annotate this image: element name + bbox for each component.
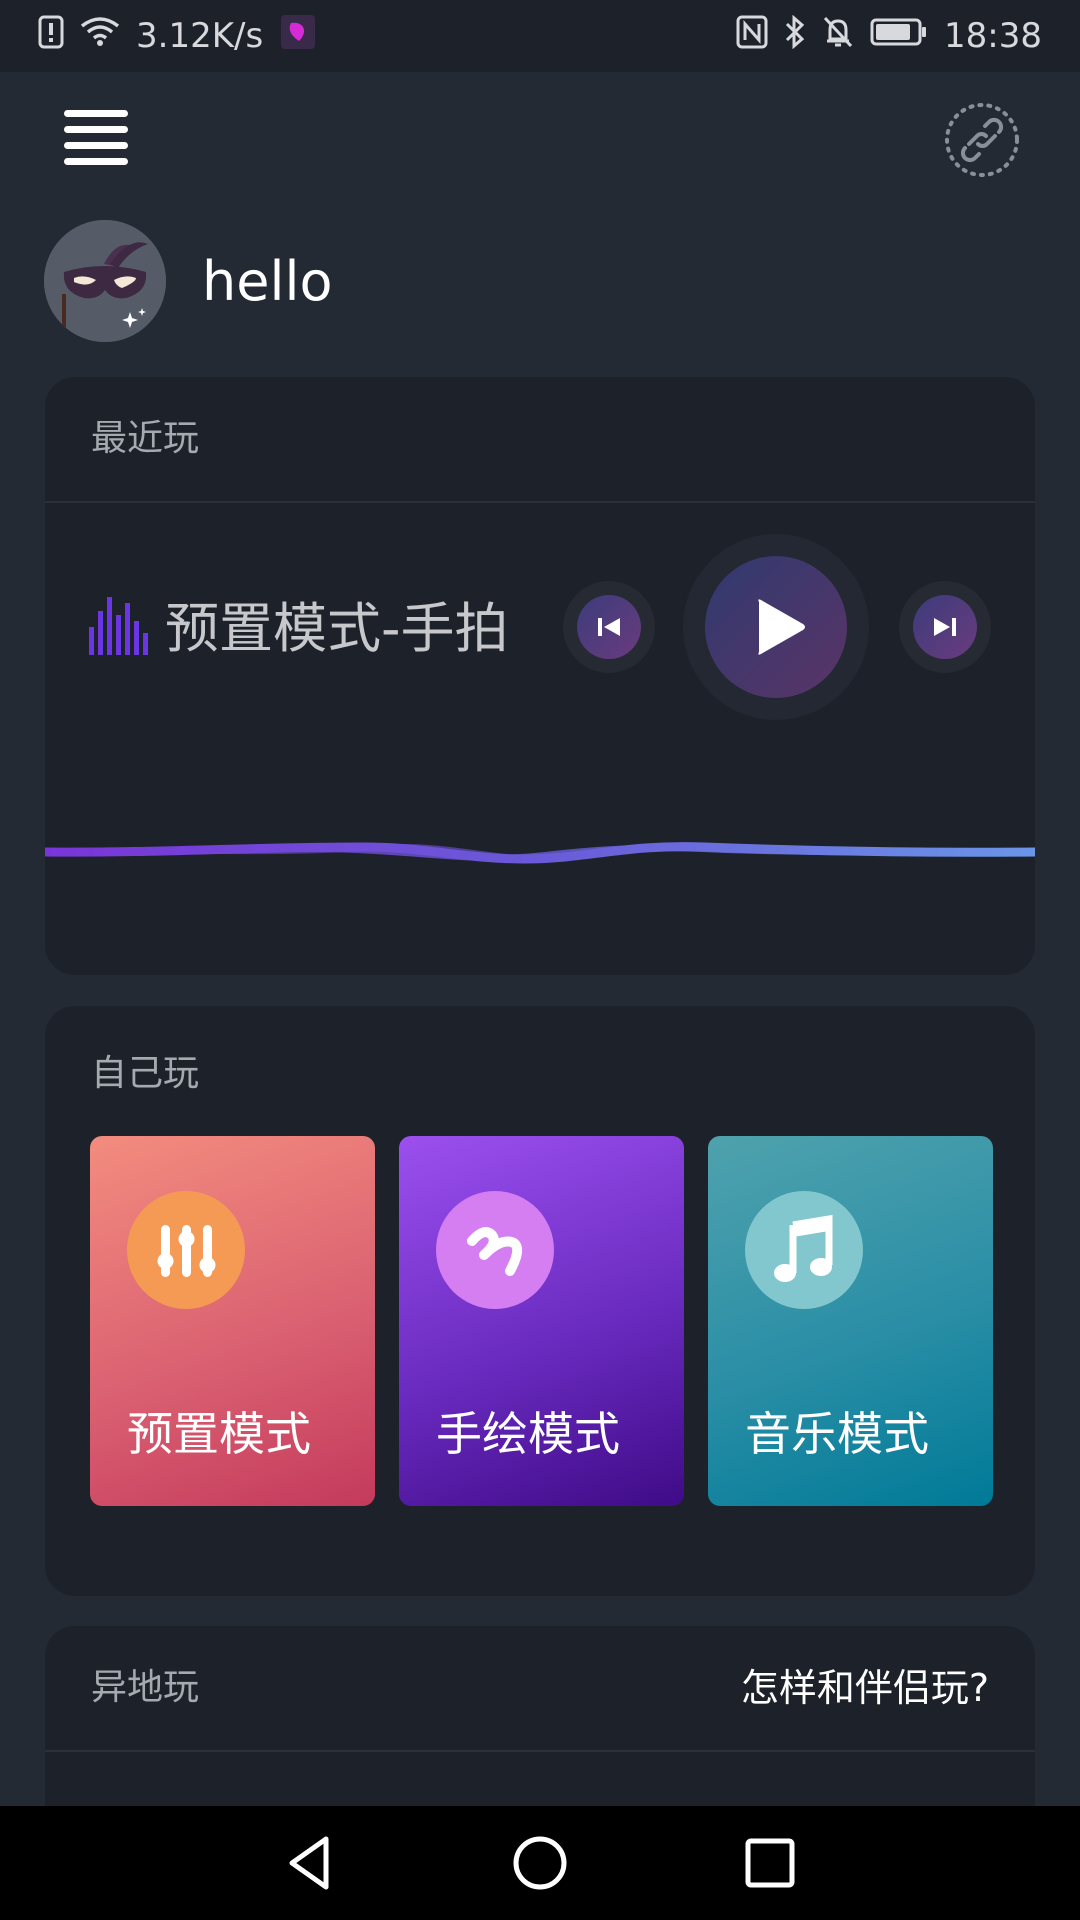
now-playing-mode: 预置模式-手拍 <box>165 597 509 660</box>
home-icon <box>513 1836 567 1890</box>
solo-play-card: 自己玩 预置模式 手绘模式 音乐模式 <box>45 1006 1035 1596</box>
back-button[interactable] <box>280 1833 340 1893</box>
masquerade-mask-avatar <box>44 220 166 342</box>
link-button[interactable] <box>942 100 1022 180</box>
remote-play-title: 异地玩 <box>91 1667 200 1708</box>
play-button[interactable] <box>683 534 869 720</box>
draw-mode-label: 手绘模式 <box>436 1407 620 1461</box>
alert-icon <box>38 15 64 58</box>
screen: 3.12K/s 18:38 hello 最近玩 预置模式-手拍 自己玩 预置模式… <box>0 0 1080 1920</box>
app-notification-icon <box>281 14 316 58</box>
recents-icon <box>745 1838 795 1888</box>
recent-play-title: 最近玩 <box>91 418 200 459</box>
recents-button[interactable] <box>740 1833 800 1893</box>
music-note-icon <box>774 1214 833 1282</box>
home-button[interactable] <box>510 1833 570 1893</box>
music-mode-tile[interactable]: 音乐模式 <box>708 1136 993 1506</box>
next-button[interactable] <box>899 581 991 673</box>
bluetooth-icon <box>784 14 806 58</box>
mute-icon <box>822 15 854 58</box>
back-icon <box>289 1836 329 1890</box>
clock: 18:38 <box>944 16 1042 56</box>
menu-button[interactable] <box>64 110 130 168</box>
network-speed: 3.12K/s <box>136 16 264 56</box>
preset-mode-tile[interactable]: 预置模式 <box>90 1136 375 1506</box>
recent-play-card: 最近玩 预置模式-手拍 <box>45 377 1035 975</box>
squiggle-icon <box>467 1227 523 1276</box>
music-mode-label: 音乐模式 <box>745 1407 929 1461</box>
equalizer-bars-icon <box>89 593 151 655</box>
navigation-bar <box>0 1806 1080 1920</box>
link-icon <box>945 103 1019 177</box>
nfc-icon <box>736 15 768 58</box>
user-name: hello <box>202 250 333 313</box>
sliders-icon <box>157 1225 216 1277</box>
partner-help-link[interactable]: 怎样和伴侣玩? <box>741 1666 989 1710</box>
divider <box>45 1750 1035 1752</box>
solo-play-title: 自己玩 <box>91 1053 200 1094</box>
next-icon <box>934 618 956 636</box>
preset-mode-label: 预置模式 <box>127 1407 311 1461</box>
draw-mode-tile[interactable]: 手绘模式 <box>399 1136 684 1506</box>
divider <box>45 501 1035 503</box>
previous-button[interactable] <box>563 581 655 673</box>
menu-icon <box>64 110 128 117</box>
status-bar: 3.12K/s 18:38 <box>0 0 1080 72</box>
play-icon <box>758 599 805 655</box>
wifi-icon <box>80 16 120 57</box>
previous-icon <box>598 618 620 636</box>
waveform <box>45 842 1035 864</box>
avatar[interactable] <box>44 220 166 342</box>
battery-icon <box>870 16 928 56</box>
